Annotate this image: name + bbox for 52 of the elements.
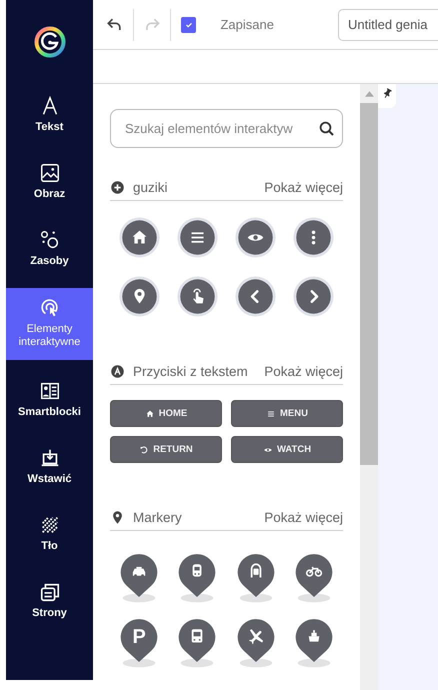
circle-location-pin-icon[interactable] [118, 276, 160, 317]
bicycle-marker-icon[interactable] [292, 551, 335, 603]
text-button[interactable]: WATCH [231, 436, 343, 463]
sidebar-item[interactable]: Tło [6, 506, 93, 561]
circle-chevron-right-icon[interactable] [293, 276, 334, 317]
circle-eye-icon[interactable] [235, 217, 276, 258]
show-more-link[interactable]: Pokaż więcej [264, 510, 343, 525]
home-icon [144, 408, 155, 418]
save-status: Zapisane [220, 17, 274, 32]
logo-icon[interactable] [34, 26, 66, 58]
circle-chevron-left-icon[interactable] [235, 276, 276, 317]
cursor-click-icon [38, 297, 60, 319]
plane-marker-icon[interactable] [234, 616, 277, 668]
circle-menu-icon[interactable] [176, 217, 218, 258]
sidebar-item[interactable]: Obraz [6, 154, 93, 209]
location-pin-icon [110, 510, 125, 525]
letter-circle-icon [110, 364, 125, 379]
bus-marker-icon[interactable] [176, 616, 218, 668]
image-icon [38, 162, 60, 184]
title-field[interactable]: Untitled genia [338, 8, 438, 40]
tunnel-train-marker-icon[interactable] [234, 551, 277, 603]
circle-dots-icon[interactable] [293, 217, 334, 258]
search-icon[interactable] [318, 120, 336, 138]
text-button[interactable]: RETURN [110, 436, 222, 463]
sidebar-item[interactable]: Wstawić [6, 439, 93, 494]
plus-circle-icon [110, 180, 125, 195]
sidebar-item[interactable]: Strony [6, 573, 93, 628]
car-marker-icon[interactable] [118, 551, 160, 603]
menu-icon [266, 408, 276, 418]
return-arrow-icon [139, 444, 150, 454]
show-more-link[interactable]: Pokaż więcej [264, 364, 343, 379]
ship-marker-icon[interactable] [292, 616, 335, 668]
circle-home-icon[interactable] [118, 217, 160, 258]
text-button[interactable]: HOME [110, 400, 222, 427]
layout-icon [38, 380, 60, 402]
circles-icon [38, 229, 60, 251]
pages-icon [38, 581, 60, 603]
sidebar-item[interactable]: Elementy interaktywne [6, 288, 93, 360]
show-more-link[interactable]: Pokaż więcej [264, 180, 343, 195]
circle-pointer-hand-icon[interactable] [176, 276, 218, 317]
section-title: Przyciski z tekstem [133, 364, 249, 379]
section-title: guziki [133, 180, 169, 195]
sidebar-item[interactable]: Smartblocki [6, 372, 93, 427]
train-marker-icon[interactable] [176, 551, 218, 603]
pin-icon[interactable] [382, 88, 392, 99]
sidebar-item[interactable]: Tekst [6, 87, 93, 142]
search-field[interactable]: Szukaj elementów interaktyw [110, 109, 343, 148]
text-button[interactable]: MENU [231, 400, 343, 427]
sidebar-item[interactable]: Zasoby [6, 221, 93, 276]
checkbox[interactable] [180, 16, 196, 32]
scrollbar[interactable] [360, 84, 378, 690]
section-title: Markery [133, 510, 183, 525]
